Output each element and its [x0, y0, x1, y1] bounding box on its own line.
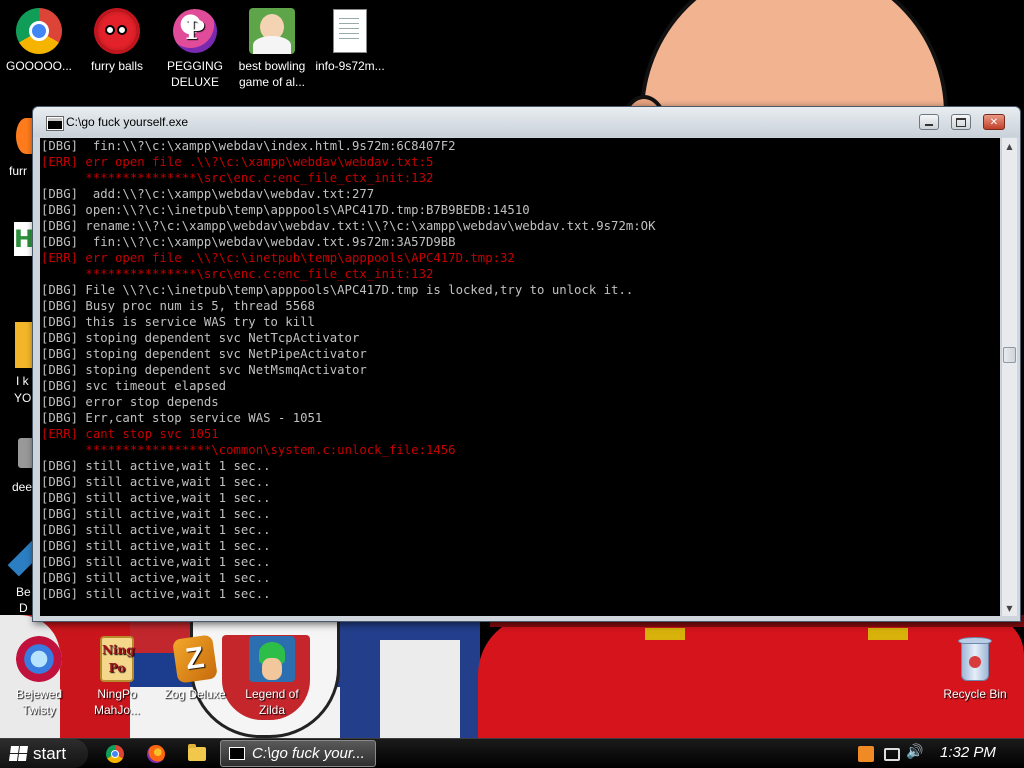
console-debug-line: [DBG] error stop depends — [41, 395, 219, 409]
console-debug-line: [DBG] Err,cant stop service WAS - 1051 — [41, 411, 323, 425]
console-debug-line: [DBG] svc timeout elapsed — [41, 379, 227, 393]
chrome-quicklaunch-icon[interactable] — [106, 745, 124, 763]
console-error-line: [ERR] err open file .\\?\c:\inetpub\temp… — [41, 251, 515, 265]
console-text: [DBG] fin:\\?\c:\xampp\webdav\index.html… — [40, 138, 655, 602]
desktop-icon-furry-balls[interactable]: furry balls — [78, 8, 156, 74]
console-debug-line: [DBG] still active,wait 1 sec.. — [41, 587, 271, 601]
console-debug-line: [DBG] still active,wait 1 sec.. — [41, 459, 271, 473]
desktop-icon-pegging-deluxe[interactable]: P PEGGING DELUXE — [156, 8, 234, 90]
desktop-icon-label: I k — [16, 374, 29, 388]
minimize-icon — [925, 123, 933, 126]
text-file-icon — [333, 9, 367, 53]
console-debug-line: [DBG] still active,wait 1 sec.. — [41, 491, 271, 505]
desktop-icon-label: Legend of Zilda — [245, 687, 299, 717]
desktop-icon-label: furry balls — [90, 59, 143, 73]
desktop-icon-label: Zog Deluxe — [164, 687, 226, 701]
legend-of-zilda-icon — [249, 636, 295, 682]
wallpaper-white — [380, 640, 460, 738]
console-debug-line: [DBG] still active,wait 1 sec.. — [41, 475, 271, 489]
console-debug-line: [DBG] still active,wait 1 sec.. — [41, 523, 271, 537]
desktop-icon-legend-of-zilda[interactable]: Legend of Zilda — [233, 636, 311, 718]
start-button[interactable]: start — [0, 739, 88, 768]
folder-quicklaunch-icon[interactable] — [188, 744, 206, 761]
console-debug-line: [DBG] File \\?\c:\inetpub\temp\apppools\… — [41, 283, 634, 297]
console-error-line: ***************\src\enc.c:enc_file_ctx_i… — [41, 267, 434, 281]
desktop-icon-label: NingPo MahJo... — [93, 687, 141, 717]
console-error-line: ***************\src\enc.c:enc_file_ctx_i… — [41, 171, 434, 185]
window-titlebar[interactable]: C:\go fuck yourself.exe ✕ — [33, 107, 1020, 137]
desktop-icon-label: PEGGING DELUXE — [166, 59, 223, 89]
taskbar-item-label: C:\go fuck your... — [252, 745, 365, 762]
scroll-up-arrow-icon[interactable]: ▲ — [1002, 138, 1017, 154]
desktop-icon-label: YO — [14, 391, 32, 405]
pegging-deluxe-icon: P — [173, 9, 217, 53]
chrome-icon — [16, 8, 62, 54]
desktop-icon-info-file[interactable]: info-9s72m... — [311, 8, 389, 74]
desktop-icon-label: dee — [12, 480, 33, 494]
recycle-bin-icon — [958, 637, 992, 681]
console-debug-line: [DBG] stoping dependent svc NetTcpActiva… — [41, 331, 360, 345]
bejeweled-icon — [16, 636, 62, 682]
console-debug-line: [DBG] open:\\?\c:\inetpub\temp\apppools\… — [41, 203, 530, 217]
console-debug-line: [DBG] fin:\\?\c:\xampp\webdav\index.html… — [41, 139, 456, 153]
desktop-icon-zog-deluxe[interactable]: Z Zog Deluxe — [156, 634, 234, 702]
console-output[interactable]: [DBG] fin:\\?\c:\xampp\webdav\index.html… — [40, 138, 1000, 616]
wallpaper-yellow-mark — [645, 628, 685, 640]
network-tray-icon[interactable] — [884, 748, 900, 761]
console-debug-line: [DBG] fin:\\?\c:\xampp\webdav\webdav.txt… — [41, 235, 456, 249]
windows-logo-icon — [8, 746, 29, 761]
desktop-icon-label: Be — [16, 585, 31, 599]
firefox-quicklaunch-icon[interactable] — [147, 745, 165, 763]
console-debug-line: [DBG] still active,wait 1 sec.. — [41, 571, 271, 585]
console-error-line: *****************\common\system.c:unlock… — [41, 443, 456, 457]
console-debug-line: [DBG] stoping dependent svc NetMsmqActiv… — [41, 363, 367, 377]
close-button[interactable]: ✕ — [983, 114, 1005, 130]
vertical-scrollbar[interactable]: ▲ ▼ — [1001, 138, 1017, 616]
ningpo-mahjong-icon: Ning Po — [100, 636, 135, 682]
maximize-icon — [956, 117, 966, 127]
console-debug-line: [DBG] stoping dependent svc NetPipeActiv… — [41, 347, 367, 361]
desktop-icon-bowling[interactable]: best bowling game of al... — [233, 8, 311, 90]
desktop-icon-chrome[interactable]: GOOOOO... — [0, 8, 78, 74]
bowling-game-icon — [249, 8, 295, 54]
desktop-icon-label: D — [19, 601, 28, 615]
maximize-button[interactable] — [951, 114, 971, 130]
furry-ball-icon — [97, 11, 137, 51]
start-label: start — [33, 743, 67, 763]
wallpaper-yellow-mark — [868, 628, 908, 640]
console-debug-line: [DBG] this is service WAS try to kill — [41, 315, 315, 329]
game-icon[interactable]: H — [14, 222, 34, 256]
desktop-icon-ningpo[interactable]: Ning Po NingPo MahJo... — [78, 636, 156, 718]
console-error-line: [ERR] cant stop svc 1051 — [41, 427, 219, 441]
desktop-icon-label: info-9s72m... — [315, 59, 385, 73]
desktop-icon-label: best bowling game of al... — [238, 59, 306, 89]
scrollbar-thumb[interactable] — [1003, 347, 1016, 363]
console-debug-line: [DBG] rename:\\?\c:\xampp\webdav\webdav.… — [41, 219, 656, 233]
taskbar-item-console[interactable]: C:\go fuck your... — [220, 740, 376, 767]
console-debug-line: [DBG] still active,wait 1 sec.. — [41, 555, 271, 569]
console-debug-line: [DBG] add:\\?\c:\xampp\webdav\webdav.txt… — [41, 187, 375, 201]
volume-tray-icon[interactable]: 🔊 — [906, 744, 923, 760]
desktop-icon-recycle-bin[interactable]: Recycle Bin — [935, 636, 1015, 702]
desktop-icon-label: GOOOOO... — [5, 59, 72, 73]
console-debug-line: [DBG] Busy proc num is 5, thread 5568 — [41, 299, 315, 313]
scroll-down-arrow-icon[interactable]: ▼ — [1002, 600, 1017, 616]
close-icon: ✕ — [989, 116, 999, 128]
console-window[interactable]: C:\go fuck yourself.exe ✕ [DBG] fin:\\?\… — [32, 106, 1021, 622]
console-app-icon — [46, 116, 64, 131]
window-title: C:\go fuck yourself.exe — [66, 115, 189, 129]
console-debug-line: [DBG] still active,wait 1 sec.. — [41, 507, 271, 521]
desktop-icon-bejeweled[interactable]: Bejewed Twisty — [0, 636, 78, 718]
minimize-button[interactable] — [919, 114, 939, 130]
desktop-icon-label: Recycle Bin — [943, 687, 1007, 701]
console-app-icon — [229, 747, 245, 760]
zog-deluxe-icon: Z — [172, 634, 218, 684]
java-tray-icon[interactable] — [858, 746, 874, 762]
taskbar-clock[interactable]: 1:32 PM — [940, 744, 996, 761]
desktop-icon-label: furr — [9, 164, 27, 178]
console-debug-line: [DBG] still active,wait 1 sec.. — [41, 539, 271, 553]
taskbar: start C:\go fuck your... 🔊 1:32 PM — [0, 738, 1024, 768]
console-error-line: [ERR] err open file .\\?\c:\xampp\webdav… — [41, 155, 434, 169]
desktop-icon-label: Bejewed Twisty — [15, 687, 63, 717]
